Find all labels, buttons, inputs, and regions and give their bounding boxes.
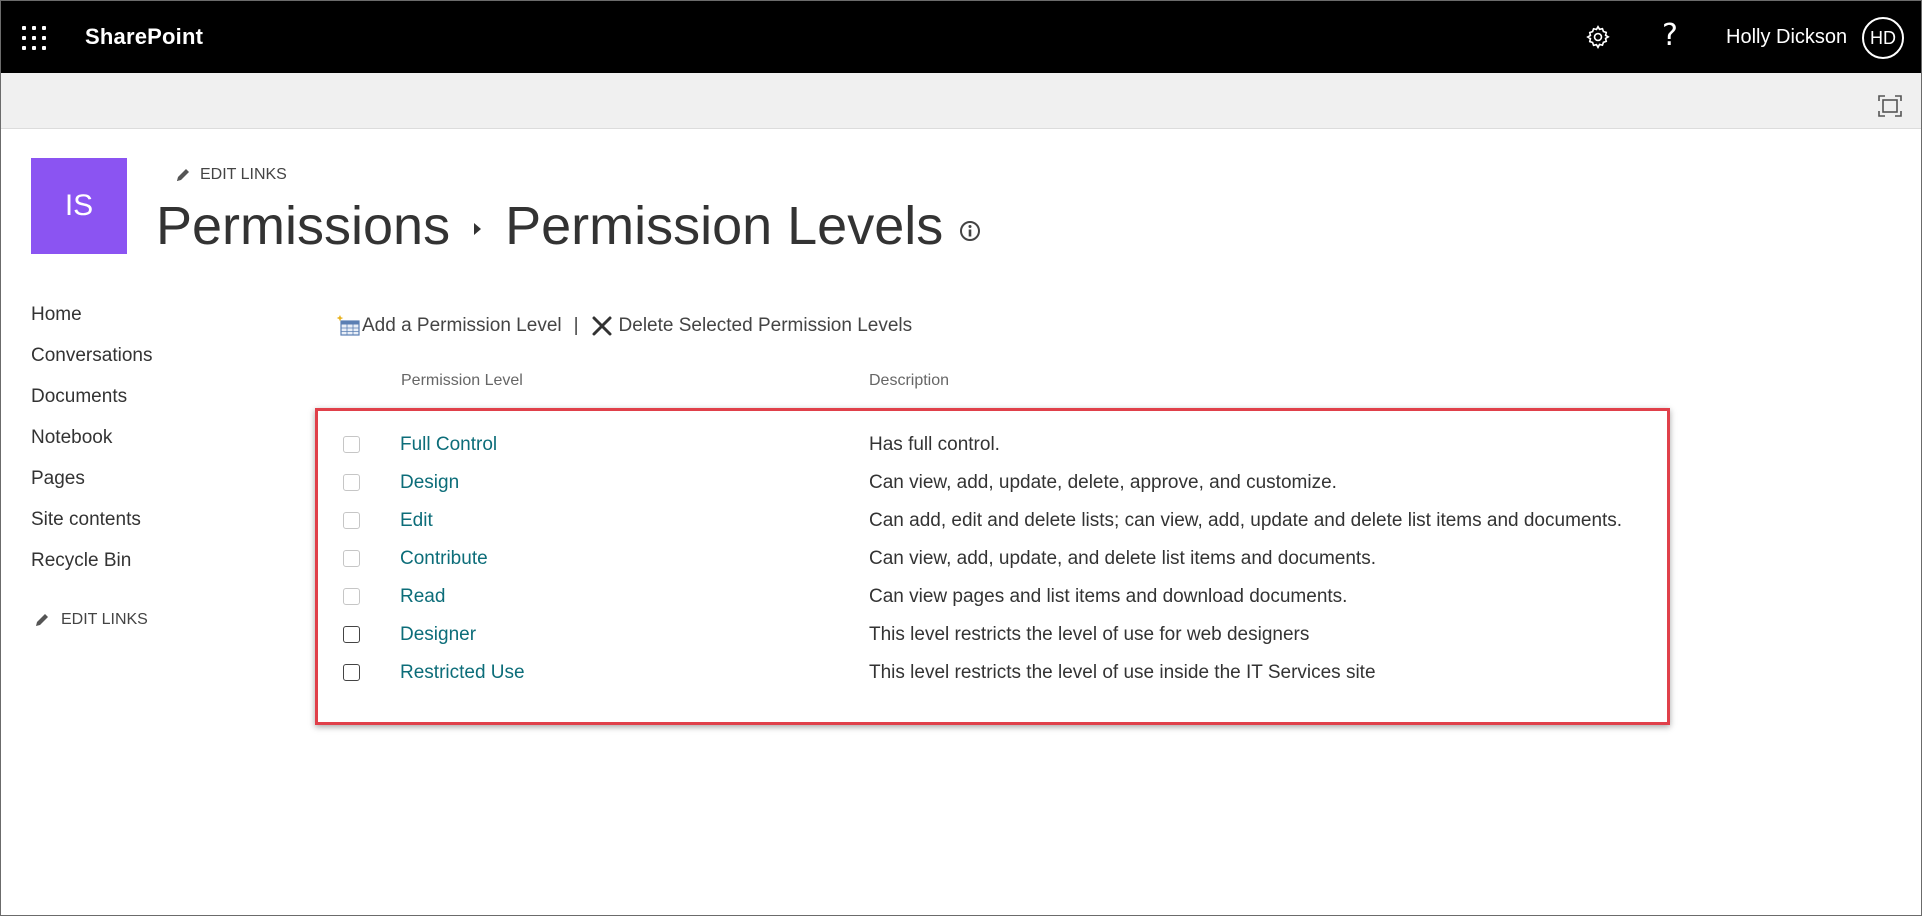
user-avatar[interactable]: HD [1862,17,1904,59]
permission-level-link[interactable]: Full Control [400,434,497,456]
breadcrumb-separator-icon [474,223,482,235]
site-logo[interactable]: IS [31,158,127,254]
add-permission-level-icon [336,315,360,336]
permission-level-link[interactable]: Contribute [400,548,488,570]
nav-item-documents[interactable]: Documents [31,384,251,425]
permission-level-link[interactable]: Edit [400,510,433,532]
breadcrumb-parent-link[interactable]: Permissions [156,195,450,257]
permission-level-link[interactable]: Design [400,472,459,494]
permission-level-description: This level restricts the level of use in… [869,662,1376,683]
permission-level-description: This level restricts the level of use fo… [869,624,1310,645]
row-checkbox[interactable] [343,512,360,529]
settings-gear-icon[interactable] [1585,24,1611,50]
row-checkbox[interactable] [343,626,360,643]
delete-permission-levels-label: Delete Selected Permission Levels [618,315,913,336]
column-header-permission-level[interactable]: Permission Level [401,372,523,390]
add-permission-level-button[interactable]: Add a Permission Level [336,314,562,338]
suite-bar: SharePoint ? Holly Dickson HD [0,0,1922,73]
app-launcher-icon[interactable] [22,26,48,52]
page-title: Permissions Permission Levels [156,195,981,257]
permission-toolbar: Add a Permission Level | Delete Selected… [336,314,912,338]
row-checkbox[interactable] [343,474,360,491]
permission-level-description: Can view, add, update, delete, approve, … [869,472,1337,493]
permission-level-link[interactable]: Designer [400,624,476,646]
edit-links-top-label: EDIT LINKS [200,166,287,183]
help-icon[interactable]: ? [1658,19,1682,53]
app-name[interactable]: SharePoint [85,24,203,50]
permission-level-link[interactable]: Restricted Use [400,662,525,684]
toolbar-separator: | [573,315,579,336]
pencil-icon [177,169,189,181]
row-checkbox[interactable] [343,588,360,605]
breadcrumb-current: Permission Levels [505,196,944,256]
table-row: Read Can view pages and list items and d… [0,586,1670,624]
permission-level-description: Can view, add, update, and delete list i… [869,548,1376,569]
add-permission-level-label: Add a Permission Level [362,315,562,336]
nav-item-home[interactable]: Home [31,302,251,343]
table-row: Design Can view, add, update, delete, ap… [0,472,1670,510]
user-name[interactable]: Holly Dickson [1726,26,1847,49]
table-row: Designer This level restricts the level … [0,624,1670,662]
info-icon[interactable] [959,220,981,242]
focus-mode-icon[interactable] [1878,95,1902,117]
row-checkbox[interactable] [343,550,360,567]
permission-level-link[interactable]: Read [400,586,445,608]
row-checkbox[interactable] [343,664,360,681]
table-row: Contribute Can view, add, update, and de… [0,548,1670,586]
permission-level-description: Has full control. [869,434,1000,455]
edit-links-top-button[interactable]: EDIT LINKS [174,166,287,184]
nav-item-conversations[interactable]: Conversations [31,343,251,384]
ribbon-bar [0,73,1922,129]
permission-level-description: Can add, edit and delete lists; can view… [869,510,1623,531]
column-header-description[interactable]: Description [869,372,949,390]
delete-permission-levels-button[interactable]: Delete Selected Permission Levels [591,315,913,337]
permission-level-description: Can view pages and list items and downlo… [869,586,1348,607]
row-checkbox[interactable] [343,436,360,453]
table-row: Full Control Has full control. [0,434,1670,472]
table-row: Edit Can add, edit and delete lists; can… [0,510,1670,548]
table-row: Restricted Use This level restricts the … [0,662,1670,700]
delete-x-icon [592,316,612,336]
